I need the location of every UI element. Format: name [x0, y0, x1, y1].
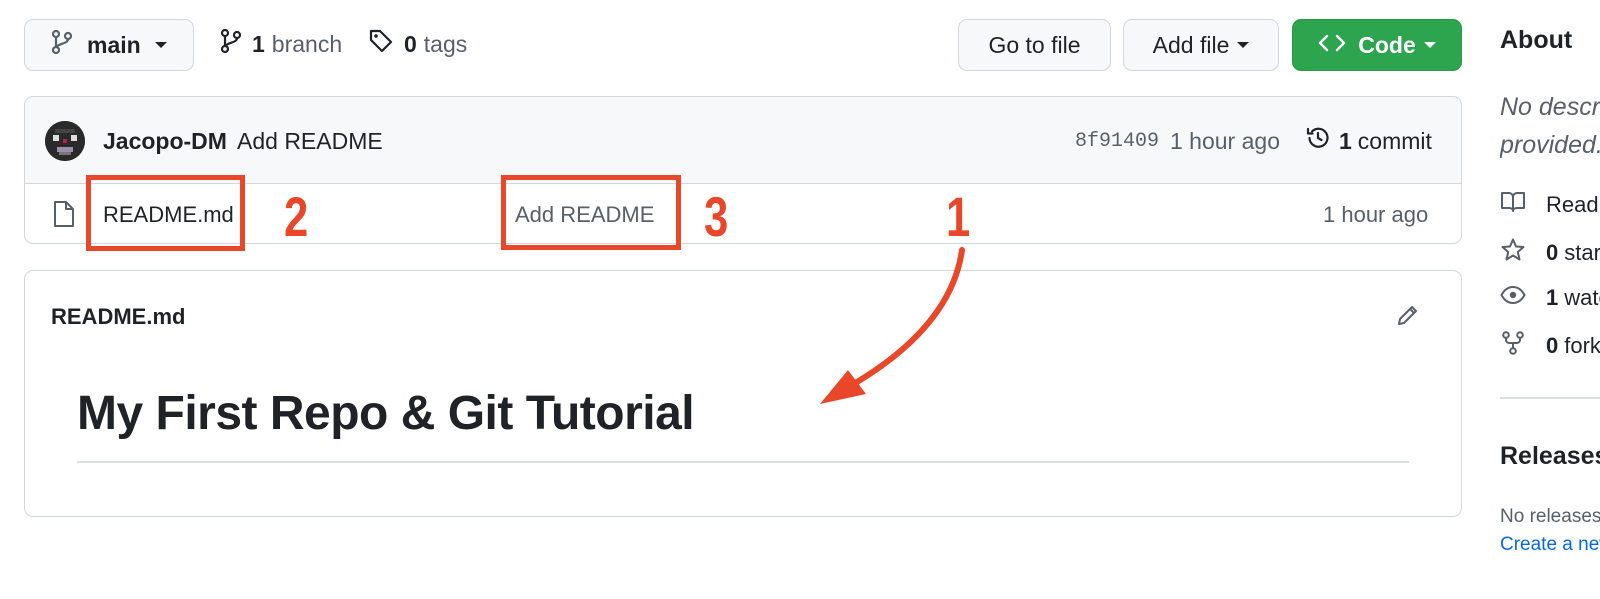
annotation-arrow — [820, 247, 965, 404]
